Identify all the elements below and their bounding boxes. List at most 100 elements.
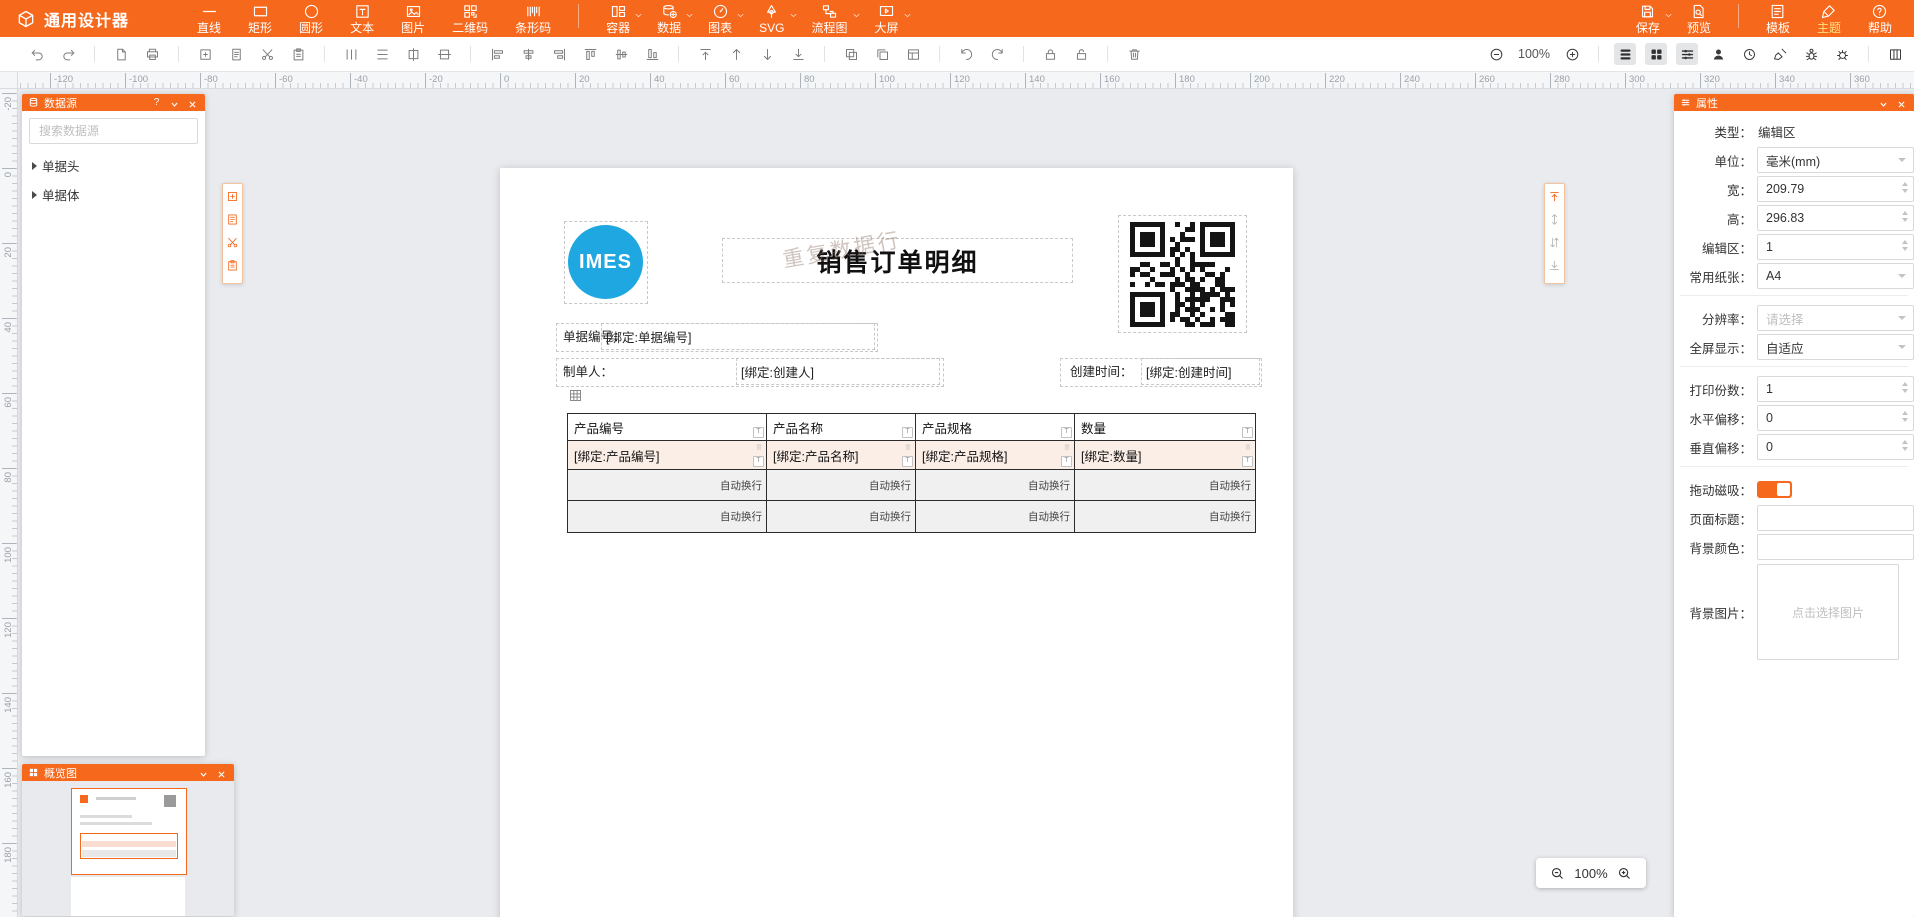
- paste-icon[interactable]: [226, 259, 239, 272]
- tool-chart[interactable]: 图表: [708, 3, 732, 34]
- bring-front-icon[interactable]: [694, 43, 716, 65]
- table-repeat-cell[interactable]: 自动换行: [916, 470, 1075, 501]
- title-element[interactable]: 销售订单明细: [722, 238, 1073, 283]
- properties-panel-header[interactable]: 属性: [1674, 94, 1914, 111]
- swap-v-icon[interactable]: [1548, 236, 1561, 249]
- stack-view-icon[interactable]: [1614, 43, 1636, 65]
- new-file-icon[interactable]: [110, 43, 132, 65]
- undo-icon[interactable]: [26, 43, 48, 65]
- overview-panel-header[interactable]: 概览图: [22, 764, 234, 781]
- tool-image[interactable]: 图片: [401, 3, 425, 34]
- list-view-icon[interactable]: [1676, 43, 1698, 65]
- delete-icon[interactable]: [1244, 443, 1253, 452]
- prop-input-bg-color[interactable]: [1757, 534, 1914, 560]
- move-up-icon[interactable]: [725, 43, 747, 65]
- field-creator[interactable]: 制单人： [绑定:创建人]: [556, 358, 944, 387]
- prop-imagepicker-bg-image[interactable]: 点击选择图片: [1757, 564, 1899, 660]
- tool-template[interactable]: 模板: [1766, 3, 1790, 34]
- move-down-icon[interactable]: [756, 43, 778, 65]
- table-repeat-cell[interactable]: 自动换行: [1075, 501, 1255, 532]
- tool-container[interactable]: 容器: [606, 3, 630, 34]
- to-bottom-icon[interactable]: [1548, 259, 1561, 272]
- table-repeat-cell[interactable]: 自动换行: [568, 470, 767, 501]
- frame-icon[interactable]: [902, 43, 924, 65]
- help-button[interactable]: ?: [150, 94, 163, 111]
- tool-rectangle[interactable]: 矩形: [248, 3, 272, 34]
- redo-icon[interactable]: [57, 43, 79, 65]
- align-top-icon[interactable]: [579, 43, 601, 65]
- tool-qrcode[interactable]: 二维码: [452, 3, 488, 34]
- qrcode-element[interactable]: [1118, 215, 1247, 333]
- table-repeat-cell[interactable]: 自动换行: [767, 470, 916, 501]
- field-bind-value[interactable]: [绑定:创建人]: [736, 358, 940, 385]
- prop-input-width[interactable]: 209.79: [1757, 176, 1914, 202]
- cut-icon[interactable]: [256, 43, 278, 65]
- align-middle-icon[interactable]: [610, 43, 632, 65]
- zoom-out-icon[interactable]: [1550, 866, 1565, 881]
- field-docno[interactable]: 单据编号： [绑定:单据编号]: [556, 323, 878, 352]
- tree-item-doc-body[interactable]: 单据体: [22, 180, 205, 209]
- tree-item-doc-header[interactable]: 单据头: [22, 151, 205, 180]
- field-createtime[interactable]: 创建时间： [绑定:创建时间]: [1060, 358, 1262, 387]
- notes-icon[interactable]: [226, 213, 239, 226]
- tool-data[interactable]: 数据: [657, 3, 681, 34]
- overview-thumbnail[interactable]: [71, 788, 187, 875]
- collapse-button[interactable]: [1877, 96, 1890, 109]
- table-header-cell[interactable]: 产品名称T: [767, 414, 916, 441]
- history-icon[interactable]: [1738, 43, 1760, 65]
- tool-barcode[interactable]: 条形码: [515, 3, 551, 34]
- prop-select-paper[interactable]: A4: [1757, 263, 1914, 289]
- table-handle-icon[interactable]: [568, 388, 583, 403]
- zoom-out-icon[interactable]: [1485, 43, 1507, 65]
- prop-select-unit[interactable]: 毫米(mm): [1757, 147, 1914, 173]
- delete-icon[interactable]: [755, 443, 764, 452]
- ant-icon[interactable]: [1800, 43, 1822, 65]
- print-icon[interactable]: [141, 43, 163, 65]
- add-area-icon[interactable]: [226, 190, 239, 203]
- collapse-button[interactable]: [168, 96, 181, 109]
- tool-line[interactable]: 直线: [197, 3, 221, 34]
- prop-input-height[interactable]: 296.83: [1757, 205, 1914, 231]
- cut-icon[interactable]: [226, 236, 239, 249]
- number-stepper[interactable]: [1902, 211, 1908, 222]
- tool-save[interactable]: 保存: [1636, 3, 1660, 34]
- tool-theme[interactable]: 主题: [1817, 3, 1841, 34]
- clean-icon[interactable]: [1769, 43, 1791, 65]
- center-vertical-icon[interactable]: [402, 43, 424, 65]
- prop-toggle-snap[interactable]: [1757, 481, 1792, 498]
- rotate-left-icon[interactable]: [955, 43, 977, 65]
- prop-input-copies[interactable]: 1: [1757, 376, 1914, 402]
- rotate-right-icon[interactable]: [986, 43, 1008, 65]
- close-button[interactable]: [215, 766, 228, 779]
- tool-preview[interactable]: 预览: [1687, 3, 1711, 34]
- search-input[interactable]: [37, 123, 190, 139]
- prop-input-edit-area[interactable]: 1: [1757, 234, 1914, 260]
- prop-input-page-title[interactable]: [1757, 505, 1914, 531]
- zoom-in-icon[interactable]: [1617, 866, 1632, 881]
- field-bind-value[interactable]: [绑定:单据编号]: [601, 323, 875, 350]
- number-stepper[interactable]: [1902, 440, 1908, 451]
- prop-input-offset-y[interactable]: 0: [1757, 434, 1914, 460]
- to-top-icon[interactable]: [1548, 190, 1561, 203]
- data-table[interactable]: 产品编号T产品名称T产品规格T数量T[绑定:产品编号]T[绑定:产品名称]T[绑…: [567, 413, 1256, 533]
- datasource-search[interactable]: [29, 118, 198, 144]
- table-bind-cell[interactable]: [绑定:产品名称]T: [767, 441, 916, 470]
- center-horizontal-icon[interactable]: [433, 43, 455, 65]
- user-icon[interactable]: [1707, 43, 1729, 65]
- arrows-v-icon[interactable]: [1548, 213, 1561, 226]
- table-header-cell[interactable]: 产品规格T: [916, 414, 1075, 441]
- tool-flowchart[interactable]: 流程图: [812, 3, 848, 34]
- grid-view-icon[interactable]: [1645, 43, 1667, 65]
- datasource-panel-header[interactable]: 数据源 ?: [22, 94, 205, 111]
- unlock-icon[interactable]: [1070, 43, 1092, 65]
- copy-doc-icon[interactable]: [225, 43, 247, 65]
- logo-element[interactable]: IMES: [564, 221, 648, 304]
- align-bottom-icon[interactable]: [641, 43, 663, 65]
- table-bind-cell[interactable]: [绑定:产品规格]T: [916, 441, 1075, 470]
- combine-icon[interactable]: [840, 43, 862, 65]
- overview-body[interactable]: [22, 781, 234, 916]
- paste-icon[interactable]: [287, 43, 309, 65]
- align-right-icon[interactable]: [548, 43, 570, 65]
- table-header-cell[interactable]: 数量T: [1075, 414, 1255, 441]
- tool-ellipse[interactable]: 圆形: [299, 3, 323, 34]
